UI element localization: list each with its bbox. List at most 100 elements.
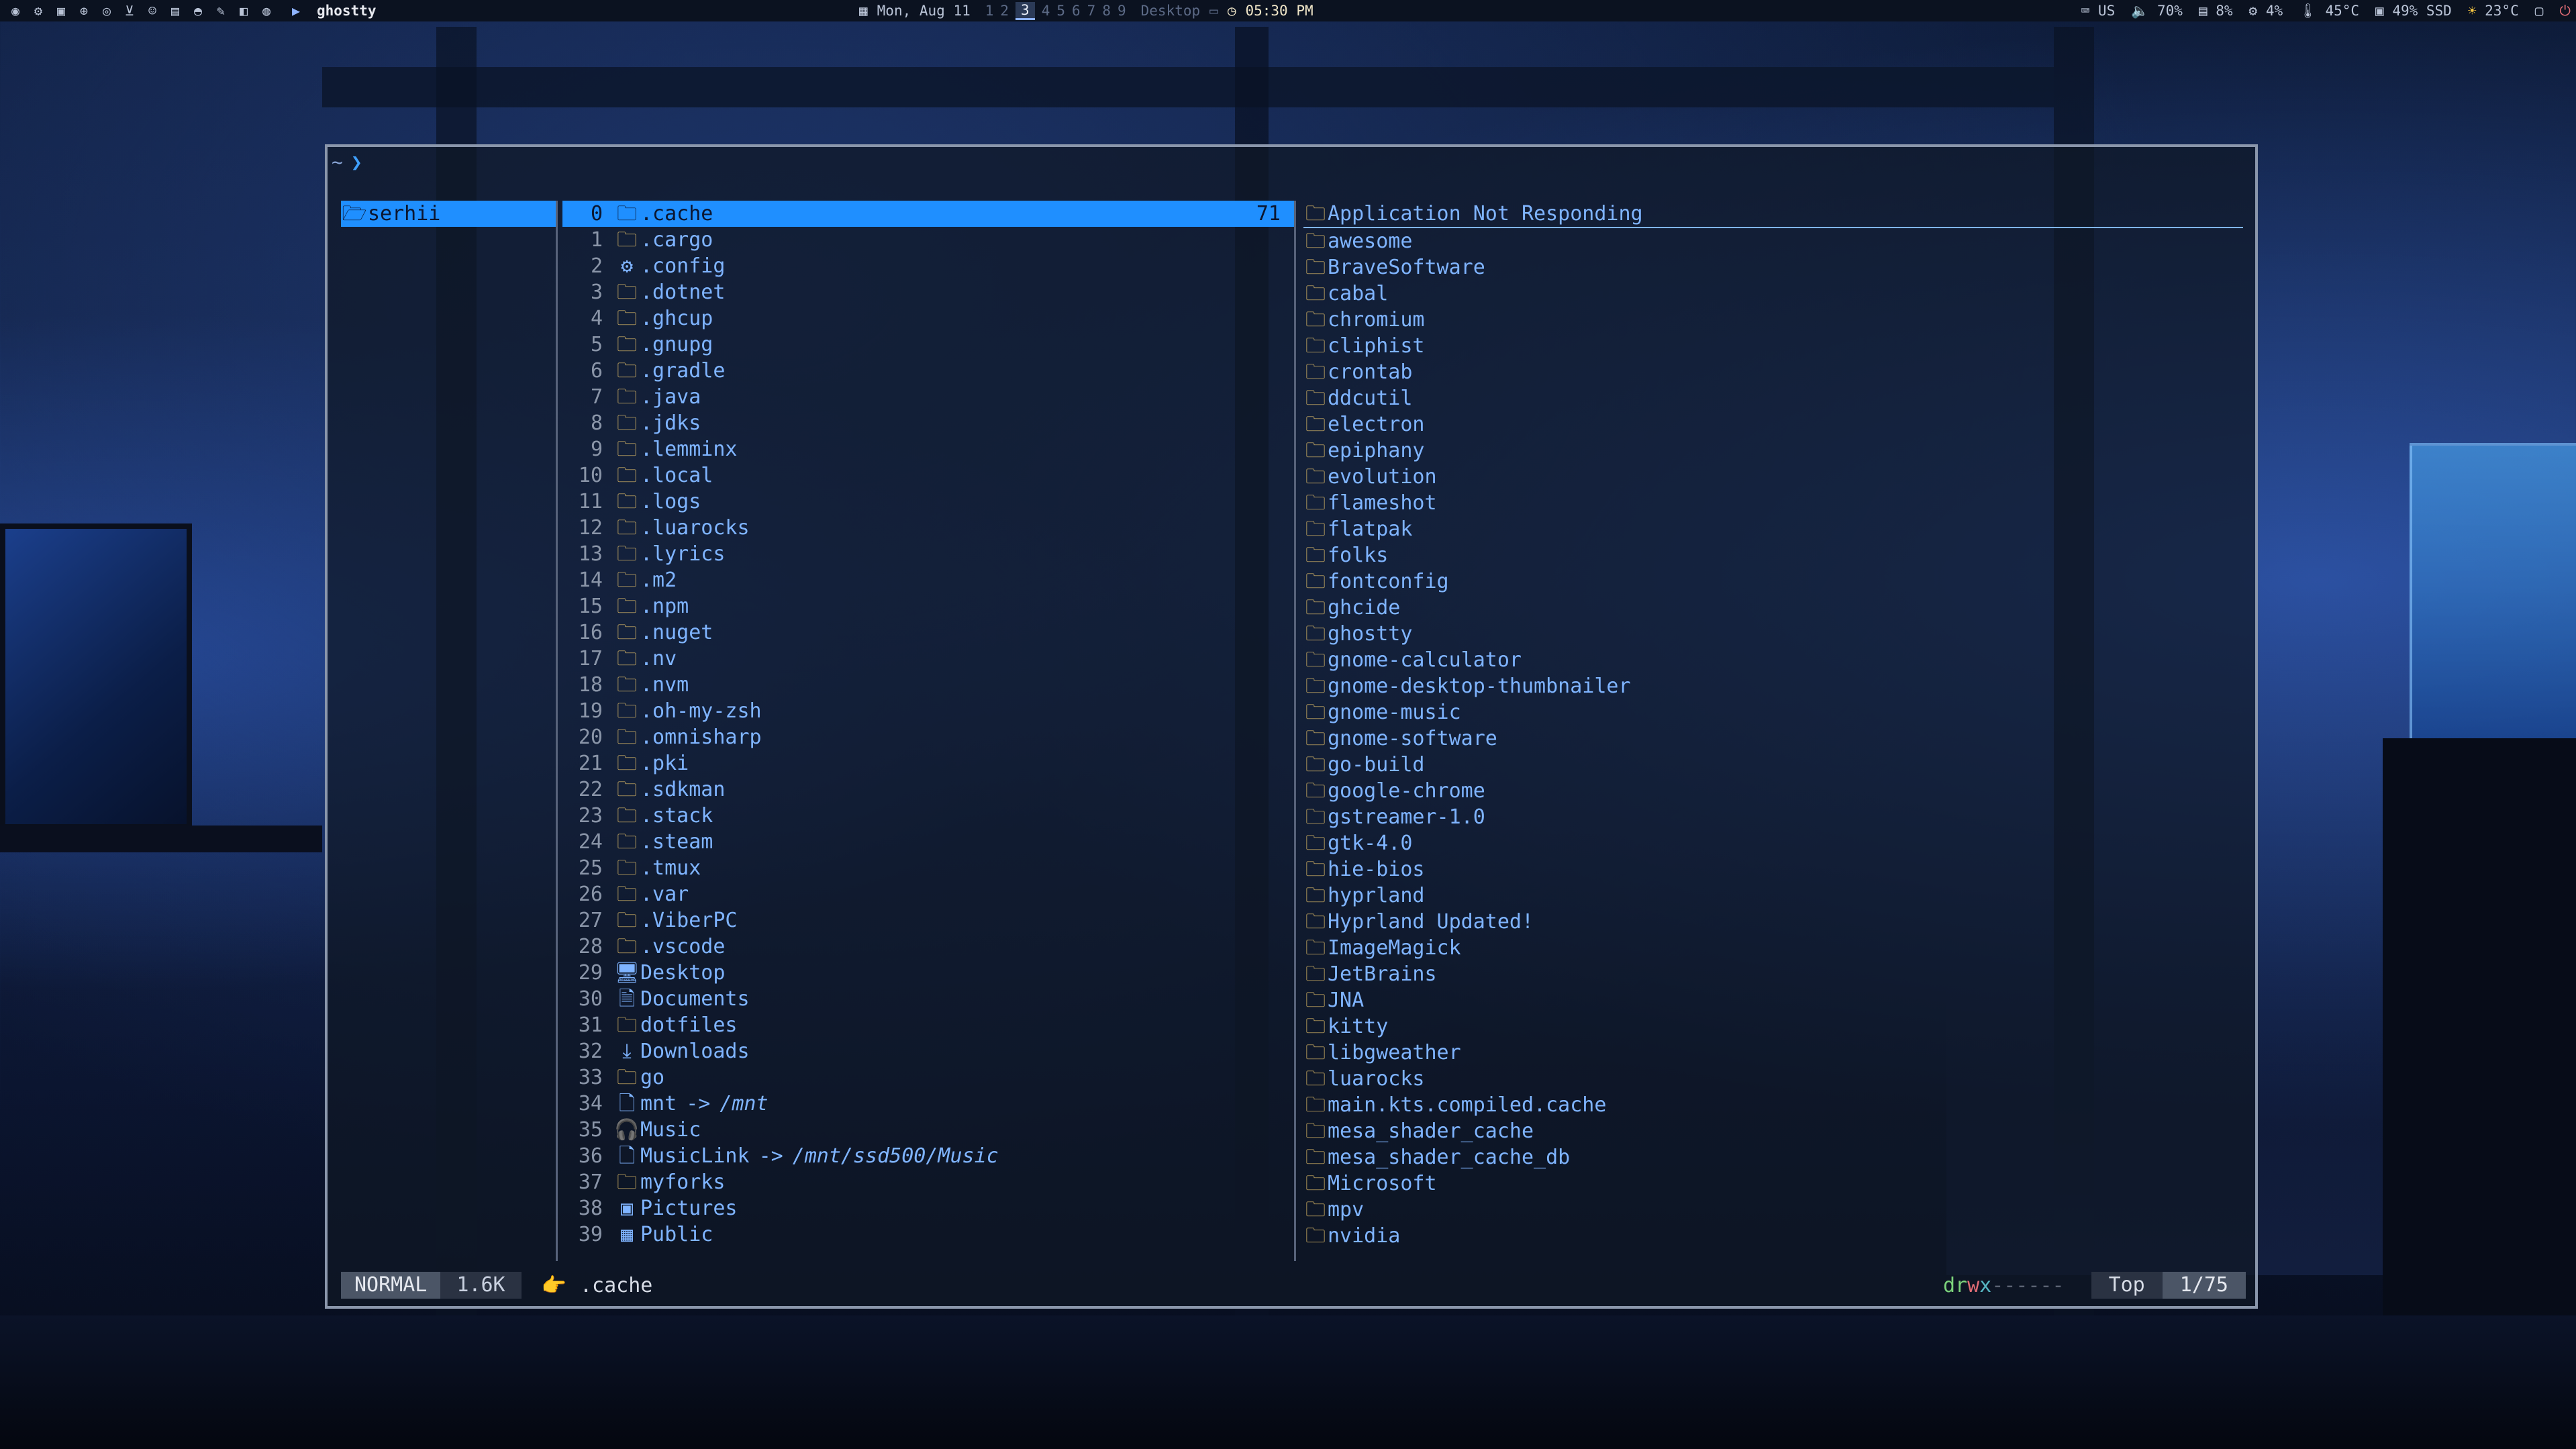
- preview-list-item[interactable]: 🗀 folks: [1303, 542, 2243, 568]
- list-item[interactable]: 9 🗀 .lemminx: [562, 436, 1294, 462]
- list-item[interactable]: 18 🗀 .nvm: [562, 672, 1294, 698]
- list-item[interactable]: 21 🗀 .pki: [562, 750, 1294, 777]
- preview-list-item[interactable]: 🗀 mpv: [1303, 1197, 2243, 1223]
- terminal-window[interactable]: ~ ❯ 🗁 serhii 0 🗀 .cache 71 1 🗀 .cargo 2 ⚙ .config 3…: [325, 144, 2258, 1309]
- memory[interactable]: ▤ 8%: [2199, 3, 2233, 19]
- notification-icon[interactable]: ▢: [2535, 3, 2544, 19]
- preview-list-item[interactable]: 🗀 awesome: [1303, 228, 2243, 254]
- cpu[interactable]: ⚙ 4%: [2249, 3, 2283, 19]
- preview-list-item[interactable]: 🗀 ddcutil: [1303, 385, 2243, 411]
- preview-list-item[interactable]: 🗀 ghostty: [1303, 621, 2243, 647]
- preview-list-item[interactable]: 🗀 cabal: [1303, 281, 2243, 307]
- settings-icon[interactable]: ⚙: [30, 2, 47, 19]
- preview-list-item[interactable]: 🗀 electron: [1303, 411, 2243, 438]
- jetbrains-icon[interactable]: ◧: [235, 2, 252, 19]
- list-item[interactable]: 25 🗀 .tmux: [562, 855, 1294, 881]
- cat-icon[interactable]: ☺: [144, 2, 161, 19]
- workspace-8[interactable]: 8: [1102, 3, 1111, 19]
- weather[interactable]: ☀ 23°C: [2468, 3, 2519, 19]
- temperature[interactable]: 🌡 45°C: [2299, 3, 2359, 19]
- preview-list-item[interactable]: 🗀 gnome-calculator: [1303, 647, 2243, 673]
- clock[interactable]: 05:30 PM: [1245, 3, 1313, 19]
- launcher-icon[interactable]: ◉: [7, 2, 24, 19]
- download-icon[interactable]: ⊻: [121, 2, 138, 19]
- keyboard-layout[interactable]: ⌨ US: [2081, 3, 2116, 19]
- chrome-icon[interactable]: ◍: [258, 2, 275, 19]
- workspace-1[interactable]: 1: [985, 3, 994, 19]
- list-item[interactable]: 32 ⤓ Downloads: [562, 1038, 1294, 1064]
- workspace-7[interactable]: 7: [1087, 3, 1096, 19]
- preview-list-item[interactable]: 🗀 ImageMagick: [1303, 935, 2243, 961]
- preview-list-item[interactable]: 🗀 google-chrome: [1303, 778, 2243, 804]
- preview-list-item[interactable]: 🗀 gnome-software: [1303, 726, 2243, 752]
- list-item[interactable]: 13 🗀 .lyrics: [562, 541, 1294, 567]
- list-item[interactable]: 29 🖥 Desktop: [562, 960, 1294, 986]
- preview-list-item[interactable]: 🗀 luarocks: [1303, 1066, 2243, 1092]
- list-item[interactable]: 10 🗀 .local: [562, 462, 1294, 489]
- list-item[interactable]: 1 🗀 .cargo: [562, 227, 1294, 253]
- list-item[interactable]: 17 🗀 .nv: [562, 646, 1294, 672]
- preview-list-item[interactable]: 🗀 Application Not Responding: [1303, 201, 2243, 228]
- list-item[interactable]: 27 🗀 .ViberPC: [562, 907, 1294, 934]
- list-item[interactable]: 26 🗀 .var: [562, 881, 1294, 907]
- list-item[interactable]: 20 🗀 .omnisharp: [562, 724, 1294, 750]
- workspace-5[interactable]: 5: [1056, 3, 1065, 19]
- list-item[interactable]: 0 🗀 .cache 71: [562, 201, 1294, 227]
- preview-list-item[interactable]: 🗀 mesa_shader_cache: [1303, 1118, 2243, 1144]
- preview-list-item[interactable]: 🗀 cliphist: [1303, 333, 2243, 359]
- list-item[interactable]: 19 🗀 .oh-my-zsh: [562, 698, 1294, 724]
- list-item[interactable]: 23 🗀 .stack: [562, 803, 1294, 829]
- preview-list-item[interactable]: 🗀 nvidia: [1303, 1223, 2243, 1249]
- list-item[interactable]: 🗁 serhii: [341, 201, 556, 227]
- list-item[interactable]: 28 🗀 .vscode: [562, 934, 1294, 960]
- list-item[interactable]: 15 🗀 .npm: [562, 593, 1294, 619]
- current-directory-pane[interactable]: 0 🗀 .cache 71 1 🗀 .cargo 2 ⚙ .config 3 🗀 .dotnet 4 🗀 .g…: [562, 201, 1296, 1261]
- list-item[interactable]: 33 🗀 go: [562, 1064, 1294, 1091]
- list-item[interactable]: 39 ▦ Public: [562, 1221, 1294, 1248]
- preview-list-item[interactable]: 🗀 gstreamer-1.0: [1303, 804, 2243, 830]
- preview-list-item[interactable]: 🗀 kitty: [1303, 1013, 2243, 1040]
- preview-list-item[interactable]: 🗀 Hyprland Updated!: [1303, 909, 2243, 935]
- workspace-3[interactable]: 3: [1015, 1, 1035, 20]
- list-item[interactable]: 4 🗀 .ghcup: [562, 305, 1294, 332]
- list-item[interactable]: 2 ⚙ .config: [562, 253, 1294, 279]
- list-item[interactable]: 36 🗋 MusicLink -> /mnt/ssd500/Music: [562, 1143, 1294, 1169]
- desktop-label[interactable]: Desktop: [1141, 3, 1201, 19]
- terminal-icon[interactable]: ▤: [166, 2, 184, 19]
- list-item[interactable]: 6 🗀 .gradle: [562, 358, 1294, 384]
- preview-list-item[interactable]: 🗀 mesa_shader_cache_db: [1303, 1144, 2243, 1170]
- preview-list-item[interactable]: 🗀 BraveSoftware: [1303, 254, 2243, 281]
- disk[interactable]: ▣ 49% SSD: [2375, 3, 2452, 19]
- list-item[interactable]: 7 🗀 .java: [562, 384, 1294, 410]
- list-item[interactable]: 8 🗀 .jdks: [562, 410, 1294, 436]
- list-item[interactable]: 24 🗀 .steam: [562, 829, 1294, 855]
- preview-list-item[interactable]: 🗀 go-build: [1303, 752, 2243, 778]
- editor-icon[interactable]: ▣: [52, 2, 70, 19]
- volume[interactable]: 🔈 70%: [2131, 3, 2183, 19]
- ghost-icon[interactable]: ◓: [189, 2, 207, 19]
- list-item[interactable]: 34 🗋 mnt -> /mnt: [562, 1091, 1294, 1117]
- preview-list-item[interactable]: 🗀 chromium: [1303, 307, 2243, 333]
- list-item[interactable]: 3 🗀 .dotnet: [562, 279, 1294, 305]
- preview-list-item[interactable]: 🗀 ghcide: [1303, 595, 2243, 621]
- list-item[interactable]: 30 🗎 Documents: [562, 986, 1294, 1012]
- workspace-2[interactable]: 2: [1000, 3, 1009, 19]
- list-item[interactable]: 31 🗀 dotfiles: [562, 1012, 1294, 1038]
- power-icon[interactable]: ⏻: [2559, 3, 2571, 19]
- list-item[interactable]: 22 🗀 .sdkman: [562, 777, 1294, 803]
- list-item[interactable]: 12 🗀 .luarocks: [562, 515, 1294, 541]
- list-item[interactable]: 38 ▣ Pictures: [562, 1195, 1294, 1221]
- workspace-9[interactable]: 9: [1118, 3, 1126, 19]
- preview-list-item[interactable]: 🗀 JetBrains: [1303, 961, 2243, 987]
- preview-pane[interactable]: 🗀 Application Not Responding 🗀 awesome 🗀 Brav…: [1303, 201, 2243, 1261]
- preview-list-item[interactable]: 🗀 flameshot: [1303, 490, 2243, 516]
- preview-list-item[interactable]: 🗀 hie-bios: [1303, 856, 2243, 883]
- preview-list-item[interactable]: 🗀 Microsoft: [1303, 1170, 2243, 1197]
- preview-list-item[interactable]: 🗀 main.kts.compiled.cache: [1303, 1092, 2243, 1118]
- browser-icon[interactable]: ◎: [98, 2, 115, 19]
- list-item[interactable]: 14 🗀 .m2: [562, 567, 1294, 593]
- preview-list-item[interactable]: 🗀 hyprland: [1303, 883, 2243, 909]
- list-item[interactable]: 5 🗀 .gnupg: [562, 332, 1294, 358]
- list-item[interactable]: 35 🎧 Music: [562, 1117, 1294, 1143]
- preview-list-item[interactable]: 🗀 crontab: [1303, 359, 2243, 385]
